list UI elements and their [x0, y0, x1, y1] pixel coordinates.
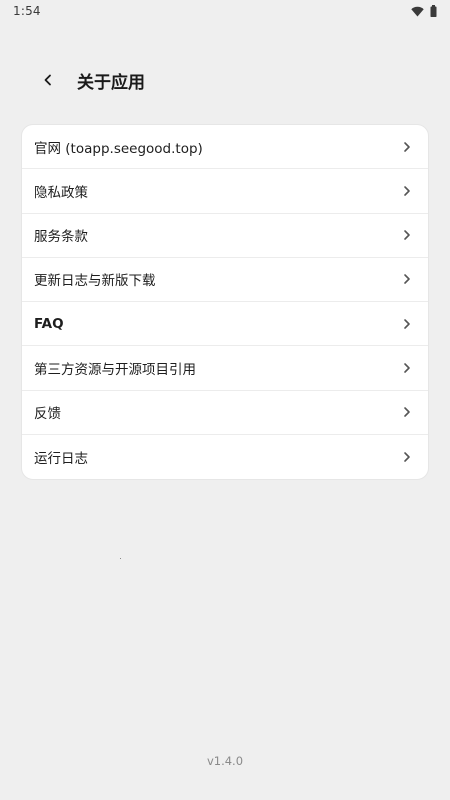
menu-item-label: 运行日志: [34, 450, 88, 467]
chevron-right-icon: [402, 273, 412, 285]
wifi-icon: [411, 6, 424, 17]
battery-icon: [430, 5, 437, 17]
menu-item-label: 反馈: [34, 406, 61, 423]
back-button[interactable]: [36, 68, 60, 92]
chevron-right-icon: [402, 185, 412, 197]
menu-item-privacy-policy[interactable]: 隐私政策: [22, 169, 428, 214]
app-screen: 1:54 关于应用 官网 (toapp.seegood.top) 隐私政策 服务…: [0, 0, 450, 800]
menu-item-label: 第三方资源与开源项目引用: [34, 361, 196, 378]
menu-item-terms-of-service[interactable]: 服务条款: [22, 214, 428, 258]
menu-item-faq[interactable]: FAQ: [22, 302, 428, 347]
menu-item-label: 官网 (toapp.seegood.top): [34, 140, 203, 157]
chevron-right-icon: [402, 229, 412, 241]
chevron-right-icon: [402, 406, 412, 418]
app-header: 关于应用: [0, 58, 450, 102]
page-title: 关于应用: [77, 72, 145, 93]
chevron-right-icon: [402, 362, 412, 374]
chevron-right-icon: [402, 318, 412, 330]
menu-item-label: 服务条款: [34, 229, 88, 246]
chevron-left-icon: [43, 71, 53, 90]
app-version: v1.4.0: [206, 754, 244, 768]
status-time: 1:54: [13, 4, 41, 18]
chevron-right-icon: [402, 451, 412, 463]
status-bar: 1:54: [0, 0, 450, 22]
menu-item-feedback[interactable]: 反馈: [22, 391, 428, 435]
menu-item-website[interactable]: 官网 (toapp.seegood.top): [22, 125, 428, 170]
status-icons: [411, 5, 437, 17]
about-menu: 官网 (toapp.seegood.top) 隐私政策 服务条款 更新日志与新版…: [21, 124, 429, 480]
chevron-right-icon: [402, 141, 412, 153]
menu-item-third-party[interactable]: 第三方资源与开源项目引用: [22, 346, 428, 391]
menu-item-changelog[interactable]: 更新日志与新版下载: [22, 258, 428, 302]
menu-item-label: 隐私政策: [34, 184, 88, 201]
menu-item-label: 更新日志与新版下载: [34, 273, 156, 290]
menu-item-label: FAQ: [34, 315, 64, 332]
menu-item-run-log[interactable]: 运行日志: [22, 435, 428, 479]
stray-dot: [120, 558, 121, 559]
